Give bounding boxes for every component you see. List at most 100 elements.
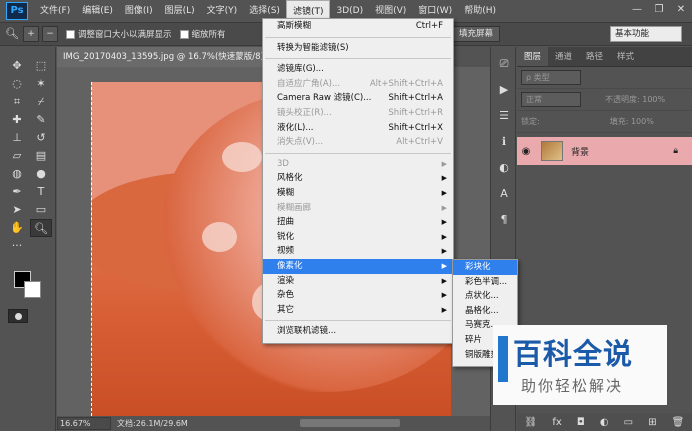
menu-file[interactable]: 文件(F) xyxy=(34,0,76,22)
path-selection-tool-icon[interactable]: ➤ xyxy=(6,201,28,219)
menu-help[interactable]: 帮助(H) xyxy=(458,0,502,22)
history-brush-tool-icon[interactable]: ↺ xyxy=(30,129,52,147)
move-tool-icon[interactable]: ✥ xyxy=(6,57,28,75)
minimize-button[interactable]: — xyxy=(626,0,648,20)
tab-layers[interactable]: 图层 xyxy=(517,47,549,66)
watermark-subtitle: 助你轻松解决 xyxy=(521,377,624,395)
adjustment-layer-icon[interactable]: ◐ xyxy=(600,417,609,428)
menu-item-stylize[interactable]: 风格化 ▶ xyxy=(263,171,453,186)
eyedropper-tool-icon[interactable]: ⌿ xyxy=(30,93,52,111)
menu-item-liquify[interactable]: 液化(L)... Shift+Ctrl+X xyxy=(263,121,453,136)
menu-image[interactable]: 图像(I) xyxy=(119,0,159,22)
watermark: 百科全说 助你轻松解决 xyxy=(493,325,667,405)
zoom-all-label: 缩放所有 xyxy=(191,30,226,40)
menu-item-blur[interactable]: 模糊 ▶ xyxy=(263,186,453,201)
menu-item-camera-raw[interactable]: Camera Raw 滤镜(C)... Shift+Ctrl+A xyxy=(263,91,453,106)
submenu-item-color-halftone[interactable]: 彩色半调... xyxy=(453,275,517,290)
menu-item-browse-filters-online[interactable]: 浏览联机滤镜... xyxy=(263,324,453,339)
resize-windows-checkbox[interactable] xyxy=(66,29,75,39)
link-layers-icon[interactable]: ⛓ xyxy=(525,417,538,428)
info-panel-icon[interactable]: ℹ xyxy=(495,133,513,151)
layer-name: 背景 xyxy=(571,147,590,158)
workspace-select[interactable]: 基本功能 xyxy=(610,26,682,42)
layer-kind-filter[interactable]: ρ 类型 xyxy=(521,70,581,85)
menu-item-convert-smart-filter[interactable]: 转换为智能滤镜(S) xyxy=(263,41,453,56)
marquee-tool-icon[interactable]: ⬚ xyxy=(30,57,52,75)
horizontal-scrollbar[interactable] xyxy=(300,419,400,427)
document-info[interactable]: 文档:26.1M/29.6M xyxy=(117,418,188,429)
background-color-swatch[interactable] xyxy=(24,281,41,298)
more-tools-icon[interactable]: ··· xyxy=(6,237,28,255)
tab-styles[interactable]: 样式 xyxy=(610,47,641,66)
menu-item-distort[interactable]: 扭曲 ▶ xyxy=(263,215,453,230)
add-mask-icon[interactable]: ◘ xyxy=(577,417,585,428)
crop-tool-icon[interactable]: ⌗ xyxy=(6,93,28,111)
pen-tool-icon[interactable]: ✒ xyxy=(6,183,28,201)
zoom-field[interactable]: 16.67% xyxy=(57,417,111,430)
fill-screen-button[interactable]: 填充屏幕 xyxy=(452,26,501,42)
new-group-icon[interactable]: ▭ xyxy=(624,417,633,428)
eye-icon[interactable]: ◉ xyxy=(517,146,535,157)
character-panel-icon[interactable]: A xyxy=(495,185,513,203)
menu-item-pixelate[interactable]: 像素化 ▶ xyxy=(263,258,453,274)
healing-brush-tool-icon[interactable]: ✚ xyxy=(6,111,28,129)
adjustments-panel-icon[interactable]: ◐ xyxy=(495,159,513,177)
menu-type[interactable]: 文字(Y) xyxy=(201,0,244,22)
layer-style-icon[interactable]: fx xyxy=(552,417,561,428)
type-tool-icon[interactable]: T xyxy=(30,183,52,201)
layer-thumbnail xyxy=(541,141,563,161)
submenu-item-crystallize[interactable]: 晶格化... xyxy=(453,304,517,319)
menu-edit[interactable]: 编辑(E) xyxy=(76,0,119,22)
resize-windows-label: 调整窗口大小以满屏显示 xyxy=(78,30,172,40)
fill-control[interactable]: 填充: 100% xyxy=(610,116,654,127)
tab-channels[interactable]: 通道 xyxy=(548,47,579,66)
watermark-logo xyxy=(498,336,508,382)
menu-item-other[interactable]: 其它 ▶ xyxy=(263,303,453,318)
paragraph-panel-icon[interactable]: ¶ xyxy=(495,211,513,229)
history-panel-icon[interactable]: ⎚ xyxy=(495,55,513,73)
shape-tool-icon[interactable]: ▭ xyxy=(30,201,52,219)
lasso-tool-icon[interactable]: ◌ xyxy=(6,75,28,93)
document-tab[interactable]: IMG_20170403_13595.jpg @ 16.7%(快速蒙版/8) * xyxy=(57,47,267,67)
menu-item-3d: 3D ▶ xyxy=(277,158,447,169)
magic-wand-tool-icon[interactable]: ✶ xyxy=(30,75,52,93)
layer-background[interactable]: ◉ 背景 🔒︎ xyxy=(517,137,692,165)
menu-item-gaussian-blur[interactable]: 高斯模糊 Ctrl+F xyxy=(263,19,453,34)
lock-icon: 🔒︎ xyxy=(673,146,678,156)
menu-layer[interactable]: 图层(L) xyxy=(159,0,201,22)
menu-item-video[interactable]: 视频 ▶ xyxy=(263,244,453,259)
blend-mode-select[interactable]: 正常 xyxy=(521,92,581,107)
brush-tool-icon[interactable]: ✎ xyxy=(30,111,52,129)
eraser-tool-icon[interactable]: ▱ xyxy=(6,147,28,165)
tab-paths[interactable]: 路径 xyxy=(579,47,610,66)
properties-panel-icon[interactable]: ☰ xyxy=(495,107,513,125)
menu-item-filter-gallery[interactable]: 滤镜库(G)... xyxy=(263,62,453,77)
restore-button[interactable]: ❐ xyxy=(648,0,670,20)
new-layer-icon[interactable]: ⊞ xyxy=(648,417,656,428)
close-button[interactable]: ✕ xyxy=(670,0,692,20)
color-swatches[interactable] xyxy=(14,271,44,299)
delete-layer-icon[interactable]: 🗑︎ xyxy=(672,417,685,428)
zoom-all-checkbox[interactable] xyxy=(179,29,189,39)
dodge-tool-icon[interactable]: ● xyxy=(30,165,52,183)
menu-item-adaptive-wide-angle: 自适应广角(A)... Alt+Shift+Ctrl+A xyxy=(277,78,443,89)
menu-item-sharpen[interactable]: 锐化 ▶ xyxy=(263,230,453,245)
quick-mask-icon[interactable] xyxy=(8,309,28,323)
submenu-item-pointillize[interactable]: 点状化... xyxy=(453,289,517,304)
menu-item-render[interactable]: 渲染 ▶ xyxy=(263,274,453,289)
zoom-tool-icon[interactable]: 🔍︎ xyxy=(30,219,52,237)
submenu-item-facet[interactable]: 彩块化 xyxy=(453,260,517,275)
zoom-out-button[interactable]: − xyxy=(42,26,58,42)
blur-tool-icon[interactable]: ◍ xyxy=(6,165,28,183)
clone-stamp-tool-icon[interactable]: ⊥ xyxy=(6,129,28,147)
hand-tool-icon[interactable]: ✋ xyxy=(6,219,28,237)
opacity-control[interactable]: 不透明度: 100% xyxy=(605,94,665,105)
menu-item-vanishing-point: 消失点(V)... Alt+Ctrl+V xyxy=(277,137,443,148)
menu-item-noise[interactable]: 杂色 ▶ xyxy=(263,288,453,303)
gradient-tool-icon[interactable]: ▤ xyxy=(30,147,52,165)
layer-filter-row: ρ 类型 xyxy=(517,67,692,89)
zoom-icon[interactable]: 🔍︎ xyxy=(4,26,20,42)
actions-panel-icon[interactable]: ▶ xyxy=(495,81,513,99)
menu-item-blur-gallery: 模糊画廊 ▶ xyxy=(277,202,447,213)
zoom-in-button[interactable]: + xyxy=(23,26,39,42)
